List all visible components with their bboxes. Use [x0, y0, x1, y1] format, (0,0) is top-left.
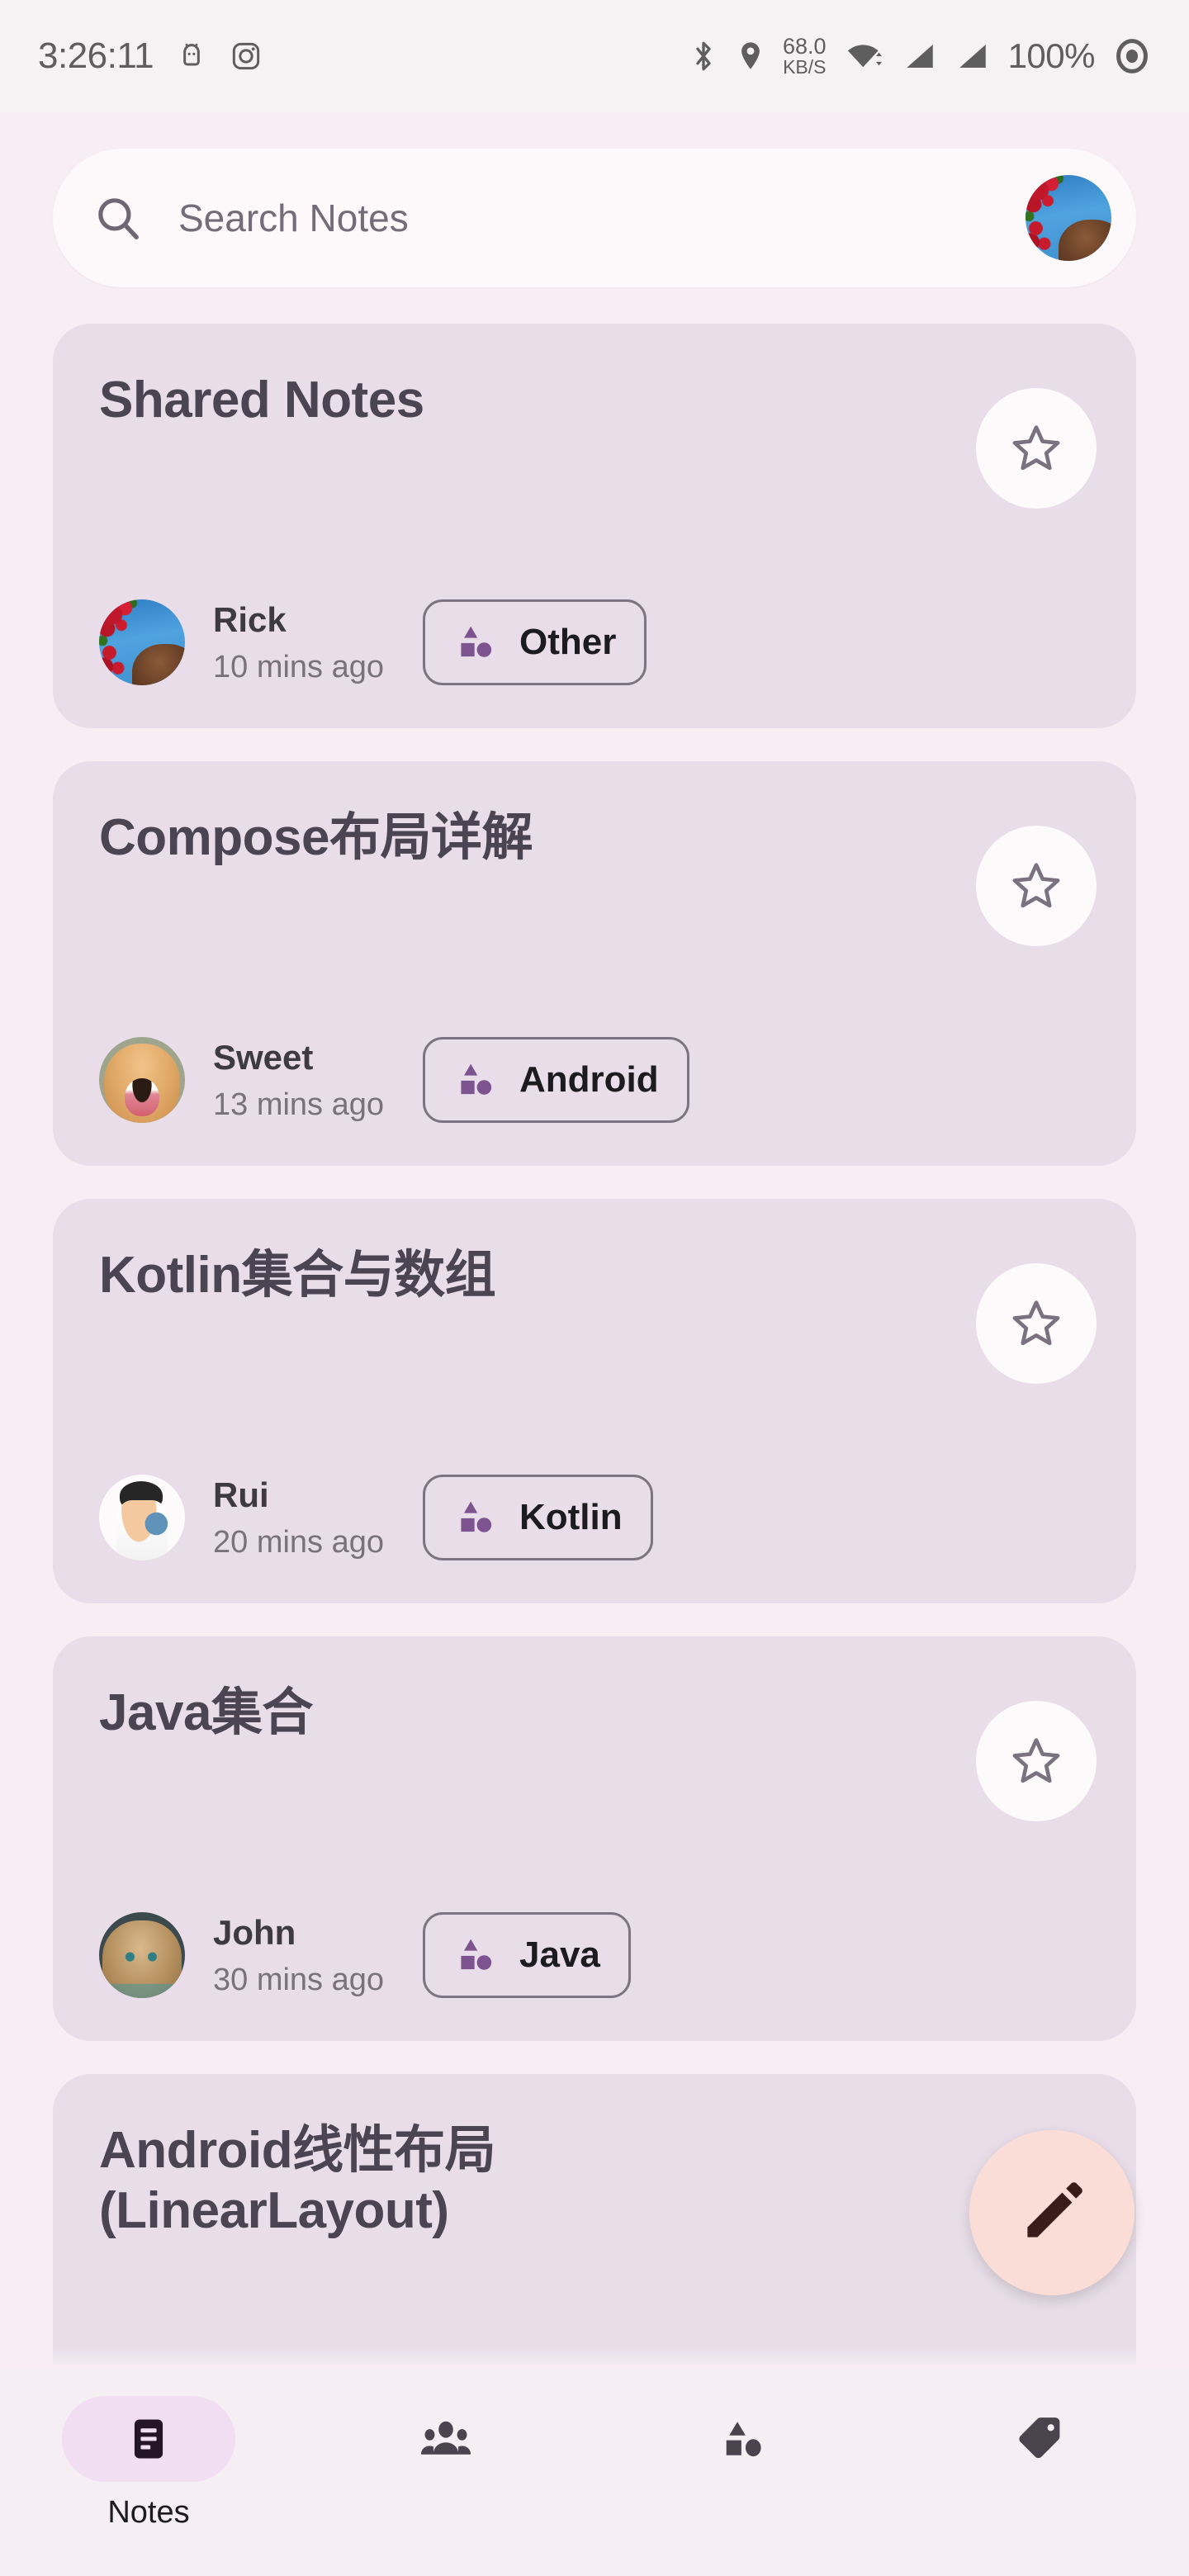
notes-document-icon: [134, 2419, 163, 2459]
note-title: Shared Notes: [99, 372, 424, 429]
author-avatar: [99, 599, 185, 685]
author-avatar: [99, 1912, 185, 1998]
note-footer: Rick 10 mins ago Other: [99, 599, 1090, 685]
author-avatar: [99, 1037, 185, 1123]
note-meta: Sweet 13 mins ago: [213, 1038, 386, 1123]
tag-label-icon: [1019, 2417, 1060, 2459]
note-timestamp: 13 mins ago: [213, 1087, 385, 1122]
note-title: Java集合: [99, 1684, 313, 1741]
profile-avatar[interactable]: [1026, 175, 1111, 261]
note-footer: John 30 mins ago Java: [99, 1912, 1090, 1998]
nav-pill-tags: [954, 2396, 1127, 2482]
note-tag-chip[interactable]: Android: [423, 1037, 689, 1123]
battery-icon: [1116, 39, 1148, 73]
note-tag-chip[interactable]: Kotlin: [423, 1475, 653, 1560]
nav-pill-people: [359, 2396, 533, 2482]
search-input[interactable]: Search Notes: [92, 192, 1026, 244]
android-robot-icon: [183, 43, 200, 66]
note-card[interactable]: Compose布局详解 Sweet 13 mins ago Android: [53, 761, 1136, 1166]
author-name: Rick: [213, 599, 287, 639]
author-name: John: [213, 1912, 296, 1952]
note-card[interactable]: Shared Notes Rick 10 mins ago Other: [53, 324, 1136, 728]
nav-item-notes[interactable]: Notes: [0, 2396, 297, 2531]
note-tag-label: Kotlin: [519, 1497, 623, 1537]
star-icon: [1012, 1738, 1060, 1783]
search-bar-container: Search Notes: [0, 112, 1189, 287]
shapes-category-icon: [461, 1063, 492, 1095]
note-tag-label: Java: [519, 1934, 600, 1975]
note-tag-label: Other: [519, 622, 617, 662]
star-icon: [1012, 1300, 1060, 1346]
location-icon: [741, 42, 760, 69]
shapes-category-icon: [461, 1939, 492, 1970]
instagram-icon: [232, 42, 260, 70]
note-title: Kotlin集合与数组: [99, 1247, 496, 1304]
search-bar[interactable]: Search Notes: [53, 149, 1136, 287]
note-timestamp: 10 mins ago: [213, 649, 385, 684]
create-note-fab[interactable]: [969, 2130, 1135, 2295]
note-tag-chip[interactable]: Java: [423, 1912, 631, 1998]
network-speed-indicator: 68.0 KB/S: [783, 36, 827, 77]
battery-percent-label: 100%: [1007, 36, 1096, 75]
bottom-navigation-bar: Notes: [0, 2368, 1189, 2576]
status-bar-right: 68.0 KB/S 100%: [689, 36, 1151, 77]
nav-pill-categories: [656, 2396, 830, 2482]
nav-item-categories[interactable]: [594, 2396, 892, 2495]
signal-icon: [959, 45, 986, 68]
search-placeholder: Search Notes: [178, 197, 409, 239]
author-name: Rui: [213, 1475, 269, 1514]
people-group-icon: [420, 2421, 471, 2455]
nav-pill-notes: [62, 2396, 235, 2482]
note-meta: John 30 mins ago: [213, 1913, 386, 1998]
wifi-icon: [847, 45, 882, 68]
note-title: Android线性布局(LinearLayout): [99, 2122, 496, 2240]
star-icon: [1012, 425, 1060, 471]
author-name: Sweet: [213, 1037, 314, 1077]
pencil-edit-icon: [1027, 2182, 1082, 2237]
star-icon: [1012, 863, 1060, 908]
shapes-category-icon: [461, 626, 492, 657]
favorite-star-button[interactable]: [976, 1701, 1097, 1821]
bluetooth-icon: [696, 41, 711, 71]
nav-label-notes: Notes: [107, 2495, 190, 2530]
status-bar-clock: 3:26:11: [38, 36, 154, 76]
note-timestamp: 20 mins ago: [213, 1524, 385, 1560]
note-meta: Rui 20 mins ago: [213, 1475, 386, 1560]
network-speed-value: 68.0: [783, 34, 827, 59]
search-icon: [98, 198, 139, 239]
note-tag-chip[interactable]: Other: [423, 599, 647, 685]
status-bar: 3:26:11 68.0 KB/S 100%: [0, 0, 1189, 112]
note-footer: Rui 20 mins ago Kotlin: [99, 1475, 1090, 1560]
shapes-category-icon: [726, 2422, 761, 2457]
note-timestamp: 30 mins ago: [213, 1962, 385, 1997]
note-card[interactable]: Kotlin集合与数组 Rui 20 mins ago Kotlin: [53, 1199, 1136, 1603]
author-avatar: [99, 1475, 185, 1560]
signal-icon: [906, 45, 933, 68]
status-bar-left: 3:26:11: [38, 36, 263, 77]
nav-item-tags[interactable]: [892, 2396, 1189, 2495]
favorite-star-button[interactable]: [976, 388, 1097, 509]
favorite-star-button[interactable]: [976, 826, 1097, 946]
network-speed-unit: KB/S: [783, 56, 827, 78]
favorite-star-button[interactable]: [976, 1263, 1097, 1384]
note-meta: Rick 10 mins ago: [213, 600, 386, 685]
note-title: Compose布局详解: [99, 809, 533, 866]
list-bottom-fade: [0, 2346, 1189, 2368]
shapes-category-icon: [461, 1501, 492, 1532]
note-footer: Sweet 13 mins ago Android: [99, 1037, 1090, 1123]
nav-item-people[interactable]: [297, 2396, 594, 2495]
note-tag-label: Android: [519, 1059, 659, 1100]
note-card[interactable]: Java集合 John 30 mins ago Java: [53, 1636, 1136, 2041]
